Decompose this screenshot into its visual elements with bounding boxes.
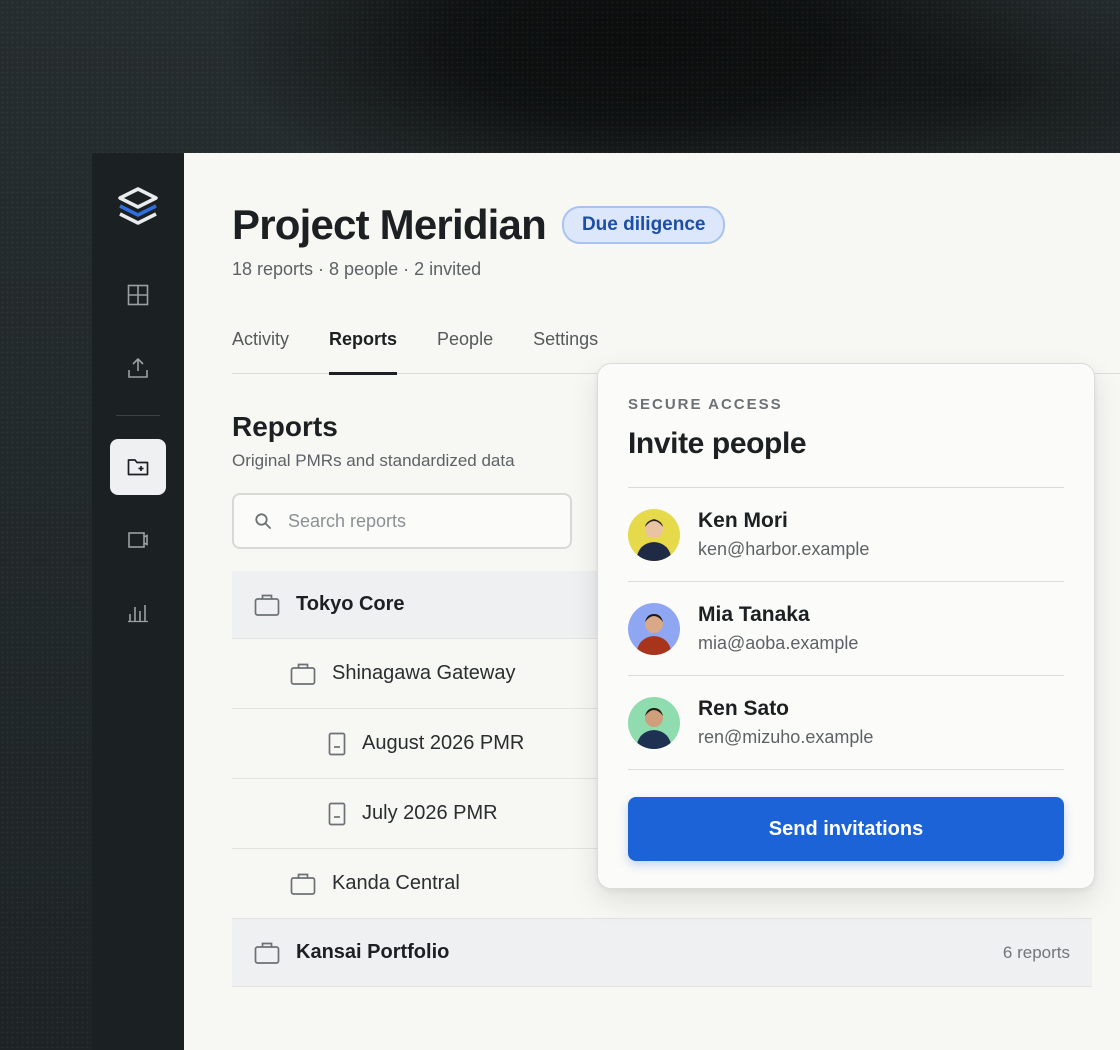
- page-title: Project Meridian: [232, 201, 547, 248]
- bar-chart-icon: [128, 605, 148, 623]
- tab-activity[interactable]: Activity: [232, 329, 289, 374]
- project-header: Project Meridian Due diligence 18 report…: [184, 153, 1120, 280]
- briefcase-icon: [290, 873, 316, 895]
- tree-row-label: August 2026 PMR: [362, 732, 525, 754]
- send-invitations-button[interactable]: Send invitations: [628, 797, 1064, 861]
- invitee-name: Ren Sato: [698, 697, 790, 720]
- invite-popover: SECURE ACCESS Invite people Ken Mori ken…: [597, 363, 1095, 889]
- popover-eyebrow: SECURE ACCESS: [628, 396, 783, 413]
- invitee-row[interactable]: Ken Mori ken@harbor.example: [628, 488, 1064, 582]
- invitee-list: Ken Mori ken@harbor.example Mia Tanaka m…: [628, 487, 1064, 770]
- tree-row-label: Shinagawa Gateway: [332, 662, 516, 684]
- section-subtitle: Original PMRs and standardized data: [232, 451, 515, 470]
- search-icon: [255, 513, 271, 529]
- avatar: [628, 696, 680, 749]
- document-icon: [328, 732, 346, 755]
- document-icon: [328, 802, 346, 825]
- rail-video-button[interactable]: [110, 512, 166, 568]
- tab-settings[interactable]: Settings: [533, 329, 598, 374]
- invitee-row[interactable]: Ren Sato ren@mizuho.example: [628, 676, 1064, 770]
- popover-title: Invite people: [628, 427, 807, 460]
- briefcase-icon: [290, 663, 316, 685]
- briefcase-icon: [254, 942, 280, 964]
- tree-row-label: Tokyo Core: [296, 593, 405, 615]
- logo-layers-icon[interactable]: [114, 183, 162, 231]
- video-icon: [128, 532, 148, 548]
- invitee-email: ren@mizuho.example: [698, 727, 874, 747]
- avatar: [628, 508, 680, 561]
- tab-people[interactable]: People: [437, 329, 493, 374]
- rail-dashboard-button[interactable]: [110, 267, 166, 323]
- section-title: Reports: [232, 411, 338, 442]
- invitee-name: Mia Tanaka: [698, 603, 810, 626]
- reports-section-header: Reports Original PMRs and standardized d…: [232, 411, 515, 471]
- tree-row-label: Kanda Central: [332, 872, 460, 894]
- invitee-email: mia@aoba.example: [698, 633, 859, 653]
- tree-row-label: Kansai Portfolio: [296, 941, 450, 963]
- folder-plus-icon: [127, 459, 149, 476]
- tab-reports[interactable]: Reports: [329, 329, 398, 375]
- search-placeholder: Search reports: [288, 510, 407, 531]
- rail-divider: [116, 415, 160, 416]
- tree-row-count: 6 reports: [1002, 942, 1070, 962]
- upload-icon: [128, 358, 148, 378]
- invitee-row[interactable]: Mia Tanaka mia@aoba.example: [628, 582, 1064, 676]
- icon-rail: [92, 153, 184, 1050]
- status-badge: Due diligence: [561, 206, 726, 244]
- avatar: [628, 602, 680, 655]
- briefcase-icon: [254, 594, 280, 616]
- search-input[interactable]: Search reports: [232, 493, 572, 549]
- project-meta: 18 reports · 8 people · 2 invited: [232, 259, 482, 279]
- rail-projects-button[interactable]: [110, 439, 166, 495]
- grid-icon: [127, 284, 149, 306]
- rail-analytics-button[interactable]: [110, 585, 166, 641]
- invitee-name: Ken Mori: [698, 509, 788, 532]
- tree-row-portfolio[interactable]: Kansai Portfolio 6 reports: [232, 919, 1092, 987]
- rail-upload-button[interactable]: [110, 340, 166, 396]
- invitee-email: ken@harbor.example: [698, 539, 870, 559]
- tree-row-label: July 2026 PMR: [362, 802, 498, 824]
